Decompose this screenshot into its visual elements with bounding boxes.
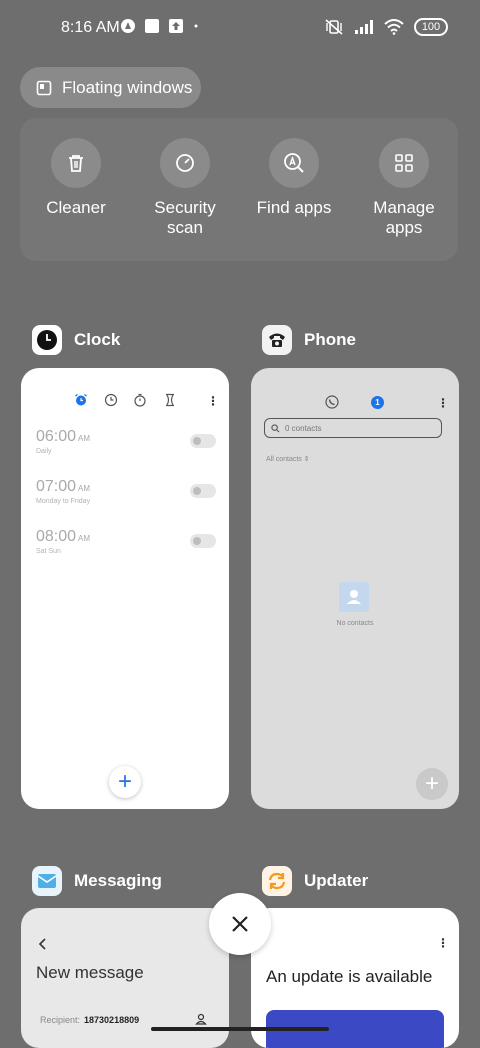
alarm-repeat: Daily <box>36 448 52 455</box>
home-indicator[interactable] <box>151 1027 329 1031</box>
alarm-toggle[interactable] <box>190 434 216 448</box>
alarm-ampm: AM <box>78 434 91 443</box>
alarm-repeat: Monday to Friday <box>36 498 91 505</box>
dot-icon <box>194 24 198 28</box>
alarm-row[interactable]: 06:00 AM Daily <box>36 428 216 455</box>
clear-all-button[interactable] <box>209 893 271 955</box>
chevron-updown-icon: ⇕ <box>303 456 310 463</box>
security-scan-button[interactable]: Security scan <box>135 138 235 238</box>
security-scan-icon-circle <box>160 138 210 188</box>
floating-window-icon <box>36 80 52 95</box>
alarm-ampm: AM <box>78 534 91 543</box>
phone-icon <box>269 333 285 347</box>
alarm-time: 07:00 AM <box>36 478 216 496</box>
status-bar: 8:16 AM 100 <box>0 0 480 56</box>
updater-app-name: Updater <box>304 871 369 890</box>
contacts-empty-icon <box>339 582 369 612</box>
alarm-toggle[interactable] <box>190 484 216 498</box>
clock-more-menu-icon[interactable]: ⋮ <box>207 395 219 407</box>
timer-tab-icon <box>166 393 174 407</box>
recipient-label: Recipient: <box>40 1015 81 1025</box>
stopwatch-tab-icon <box>134 393 146 407</box>
alarm-time-value: 08:00 <box>36 528 77 545</box>
update-arrows-icon <box>268 872 286 890</box>
find-apps-icon-circle <box>269 138 319 188</box>
manage-apps-label: Manage apps <box>373 198 435 237</box>
security-scan-label: Security scan <box>154 198 216 237</box>
world-clock-tab-icon <box>104 393 118 407</box>
clock-app-icon <box>32 325 62 355</box>
alarm-row[interactable]: 07:00 AM Monday to Friday <box>36 478 216 505</box>
recipient-number: 18730218809 <box>84 1015 140 1025</box>
updater-app-header[interactable]: Updater <box>262 866 368 896</box>
contacts-search-input[interactable]: 0 contacts <box>264 418 442 438</box>
recipient-field[interactable]: Recipient: 18730218809 <box>40 1015 139 1025</box>
status-left-icons <box>120 18 200 34</box>
status-time: 8:16 AM <box>61 19 120 36</box>
phone-app-icon <box>262 325 292 355</box>
back-arrow-icon <box>38 938 46 950</box>
alarm-toggle[interactable] <box>190 534 216 548</box>
upload-notification-icon <box>169 19 183 33</box>
add-contact-button[interactable]: + <box>416 768 448 800</box>
phone-more-menu-icon[interactable]: ⋮ <box>437 397 449 409</box>
signal-icon <box>355 20 373 34</box>
contacts-search-placeholder: 0 contacts <box>285 423 322 433</box>
manage-apps-button[interactable]: Manage apps <box>354 138 454 238</box>
contacts-tab-icon: 1 <box>371 396 384 409</box>
messaging-app-name: Messaging <box>74 871 162 890</box>
alarm-time: 06:00 AM <box>36 428 216 446</box>
floating-windows-button[interactable]: Floating windows <box>20 67 201 108</box>
envelope-icon <box>37 874 57 888</box>
clock-app-header[interactable]: Clock <box>32 325 120 355</box>
add-alarm-button[interactable]: + <box>109 766 141 798</box>
update-available-title: An update is available <box>266 967 433 986</box>
phone-app-header[interactable]: Phone <box>262 325 356 355</box>
close-icon <box>232 916 248 932</box>
clock-app-card[interactable]: ⋮ 06:00 AM Daily 07:00 AM Monday to Friday… <box>21 368 229 809</box>
messaging-app-header[interactable]: Messaging <box>32 866 162 896</box>
cleaner-label: Cleaner <box>46 198 106 217</box>
clock-icon <box>37 330 57 350</box>
clock-app-name: Clock <box>74 330 121 349</box>
alarm-repeat: Sat Sun <box>36 548 61 555</box>
manage-apps-icon-circle <box>379 138 429 188</box>
updater-more-menu-icon[interactable]: ⋮ <box>437 937 449 949</box>
alarm-row[interactable]: 08:00 AM Sat Sun <box>36 528 216 555</box>
search-icon <box>271 423 280 432</box>
find-apps-button[interactable]: Find apps <box>244 138 344 218</box>
battery-indicator: 100 <box>414 18 448 36</box>
updater-app-icon <box>262 866 292 896</box>
alarm-time-value: 07:00 <box>36 478 77 495</box>
cleaner-icon-circle <box>51 138 101 188</box>
quick-tools-panel: Cleaner Security scan Find apps Manage a… <box>20 118 458 261</box>
alarm-tab-icon <box>75 393 87 406</box>
app-notification-icon <box>121 19 135 33</box>
mute-vibrate-icon <box>325 19 343 35</box>
call-log-tab-icon <box>325 395 339 409</box>
alarm-ampm: AM <box>78 484 91 493</box>
phone-app-card[interactable]: 1 ⋮ 0 contacts All contacts ⇕ No contact… <box>251 368 459 809</box>
trash-icon <box>69 155 83 172</box>
alarm-time-value: 06:00 <box>36 428 77 445</box>
find-apps-icon <box>284 153 304 173</box>
wifi-icon <box>384 19 404 35</box>
square-notification-icon <box>145 19 159 33</box>
phone-app-name: Phone <box>304 330 356 349</box>
new-message-title: New message <box>36 963 144 982</box>
security-scan-icon <box>176 154 194 172</box>
contact-picker-icon[interactable] <box>195 1013 207 1025</box>
contacts-filter-label: All contacts <box>266 456 302 463</box>
cleaner-button[interactable]: Cleaner <box>26 138 126 218</box>
status-right-icons: 100 <box>324 18 448 36</box>
alarm-time: 08:00 AM <box>36 528 216 546</box>
find-apps-label: Find apps <box>256 198 332 217</box>
no-contacts-text: No contacts <box>336 620 374 627</box>
floating-windows-label: Floating windows <box>62 77 193 97</box>
contacts-filter-dropdown[interactable]: All contacts ⇕ <box>266 455 310 463</box>
grid-icon <box>395 154 413 172</box>
messaging-app-icon <box>32 866 62 896</box>
